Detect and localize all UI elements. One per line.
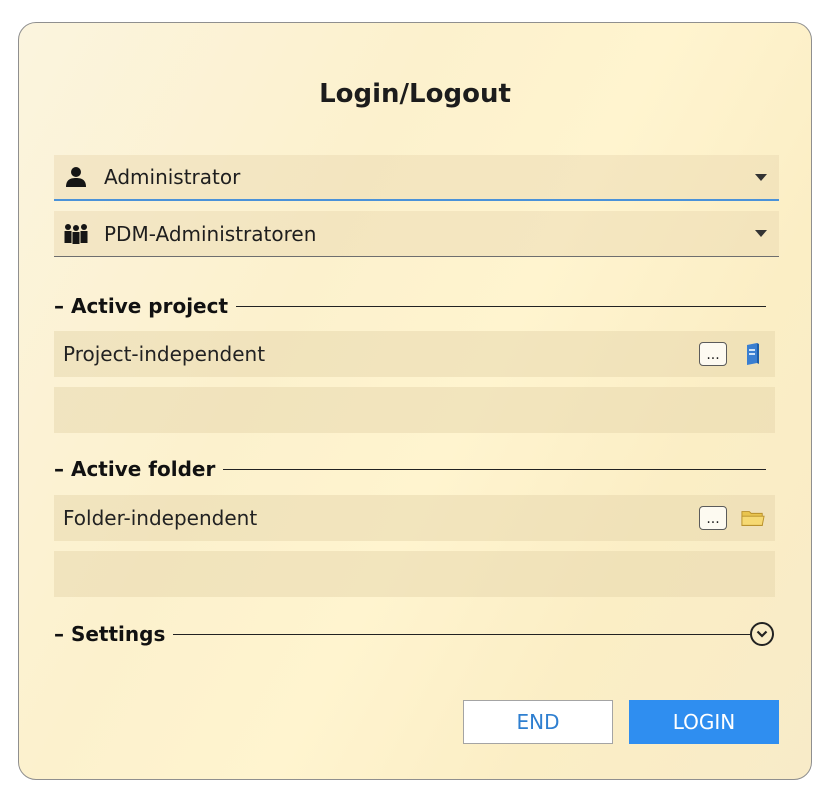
expand-chevron-icon[interactable]: [750, 622, 774, 646]
folder-detail-field: [54, 551, 775, 597]
login-button[interactable]: LOGIN: [629, 700, 779, 744]
folder-field[interactable]: Folder-independent ...: [54, 495, 775, 541]
folder-icon[interactable]: [741, 506, 765, 530]
folder-browse-button[interactable]: ...: [699, 506, 727, 530]
project-book-icon[interactable]: [741, 342, 765, 366]
chevron-down-icon[interactable]: [755, 230, 767, 237]
end-button[interactable]: END: [463, 700, 613, 744]
divider: [223, 468, 766, 470]
user-icon: [62, 165, 90, 189]
section-settings-label: – Settings: [54, 622, 166, 646]
folder-field-value: Folder-independent: [63, 506, 258, 530]
project-browse-button[interactable]: ...: [699, 342, 727, 366]
section-settings[interactable]: – Settings: [54, 621, 774, 647]
dialog-title: Login/Logout: [319, 79, 511, 109]
divider: [173, 633, 750, 635]
section-active-folder: – Active folder: [54, 456, 766, 482]
section-active-folder-label: – Active folder: [54, 457, 216, 481]
chevron-down-icon[interactable]: [755, 173, 767, 181]
divider: [236, 305, 766, 307]
project-field-value: Project-independent: [63, 342, 266, 366]
project-detail-field: [54, 387, 775, 433]
user-select[interactable]: Administrator: [54, 155, 779, 201]
group-icon: [62, 222, 90, 246]
login-dialog: Login/Logout Administrator PDM-Administr…: [18, 22, 812, 780]
section-active-project: – Active project: [54, 293, 766, 319]
section-active-project-label: – Active project: [54, 294, 229, 318]
group-select-value: PDM-Administratoren: [104, 221, 317, 246]
project-field[interactable]: Project-independent ...: [54, 331, 775, 377]
group-select[interactable]: PDM-Administratoren: [54, 211, 779, 257]
user-select-value: Administrator: [104, 165, 241, 189]
